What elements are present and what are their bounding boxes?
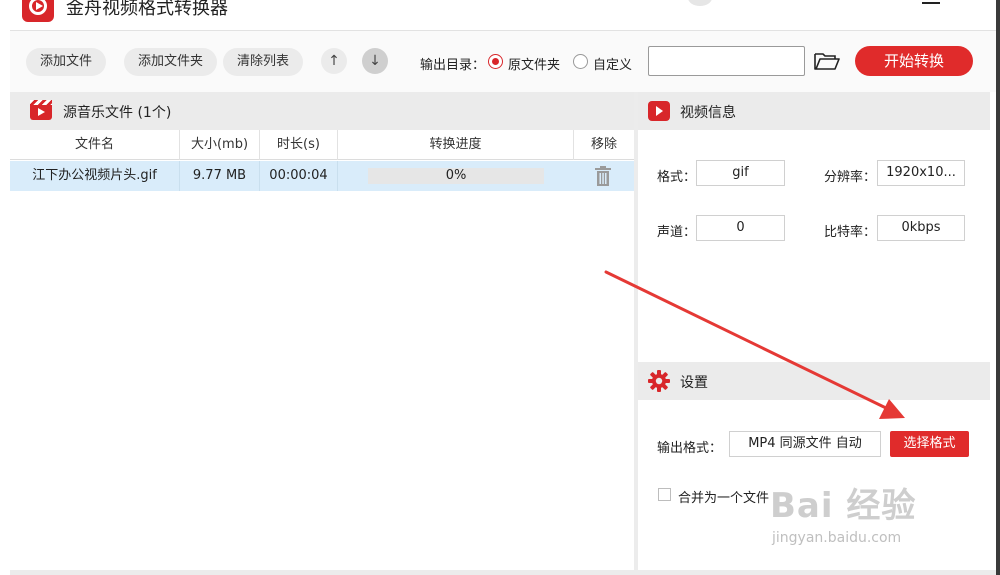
file-list-panel: 源音乐文件 (1个) 文件名 大小(mb) 时长(s) 转换进度 移除 江下办公…	[10, 92, 634, 570]
help-icon[interactable]	[688, 0, 712, 6]
window-edge	[996, 0, 1000, 575]
app-logo-icon	[22, 0, 54, 22]
format-value: gif	[696, 160, 785, 186]
clear-list-button[interactable]: 清除列表	[223, 48, 304, 76]
video-info-header: 视频信息	[638, 92, 990, 130]
bitrate-value: 0kbps	[877, 215, 965, 241]
radio-source-folder[interactable]	[488, 54, 503, 69]
video-icon	[648, 101, 670, 121]
table-row[interactable]: 江下办公视频片头.gif 9.77 MB 00:00:04 0%	[10, 161, 634, 191]
arrow-up-icon[interactable]: ↑	[321, 48, 347, 74]
output-format-label: 输出格式：	[657, 441, 723, 456]
video-info-title: 视频信息	[680, 105, 736, 121]
app-window: 金舟视频格式转换器 添加文件 添加文件夹 清除列表 ↑ ↓ 输出目录： 原文件夹…	[0, 0, 1000, 575]
col-size: 大小(mb)	[180, 130, 260, 160]
minimize-button[interactable]	[922, 2, 940, 4]
file-name-cell: 江下办公视频片头.gif	[10, 161, 180, 191]
toolbar: 添加文件 添加文件夹 清除列表 ↑ ↓ 输出目录： 原文件夹 自定义 开始转换	[10, 30, 996, 92]
channel-value: 0	[696, 215, 785, 241]
app-title: 金舟视频格式转换器	[66, 0, 228, 19]
settings-header: 设置	[638, 362, 990, 400]
status-bar	[10, 570, 996, 575]
col-duration: 时长(s)	[260, 130, 338, 160]
choose-format-button[interactable]: 选择格式	[890, 431, 969, 457]
output-format-value: MP4 同源文件 自动	[729, 431, 881, 457]
format-label: 格式：	[657, 170, 697, 185]
output-dir-label: 输出目录：	[420, 58, 486, 73]
add-file-button[interactable]: 添加文件	[26, 48, 107, 76]
merge-checkbox[interactable]	[658, 488, 671, 501]
trash-icon[interactable]	[594, 166, 612, 186]
start-convert-button[interactable]: 开始转换	[855, 46, 973, 76]
merge-label: 合并为一个文件	[678, 491, 770, 506]
file-size-cell: 9.77 MB	[180, 161, 260, 191]
progress-text: 0%	[445, 168, 467, 183]
file-list-header: 源音乐文件 (1个)	[10, 92, 634, 130]
col-remove: 移除	[590, 137, 617, 152]
right-panel: 视频信息 格式： gif 分辨率： 1920x10... 声道： 0 比特率： …	[638, 92, 990, 570]
output-path-input[interactable]	[648, 46, 805, 76]
file-list-title: 源音乐文件 (1个)	[63, 105, 172, 121]
radio-custom[interactable]	[573, 54, 588, 69]
add-folder-button[interactable]: 添加文件夹	[124, 48, 218, 76]
settings-title: 设置	[680, 375, 708, 391]
file-duration-cell: 00:00:04	[260, 161, 338, 191]
resolution-value: 1920x10...	[877, 160, 965, 186]
radio-source-label: 原文件夹	[508, 58, 561, 73]
folder-open-icon[interactable]	[814, 51, 840, 71]
arrow-down-icon[interactable]: ↓	[362, 48, 388, 74]
table-header: 文件名 大小(mb) 时长(s) 转换进度 移除	[10, 130, 634, 160]
title-bar: 金舟视频格式转换器	[0, 0, 996, 30]
gear-icon	[648, 370, 670, 392]
bitrate-label: 比特率：	[824, 225, 877, 240]
radio-custom-label: 自定义	[593, 58, 633, 73]
channel-label: 声道：	[657, 225, 697, 240]
resolution-label: 分辨率：	[824, 170, 877, 185]
clapperboard-icon	[30, 100, 52, 120]
col-progress: 转换进度	[338, 130, 574, 160]
col-filename: 文件名	[10, 130, 180, 160]
